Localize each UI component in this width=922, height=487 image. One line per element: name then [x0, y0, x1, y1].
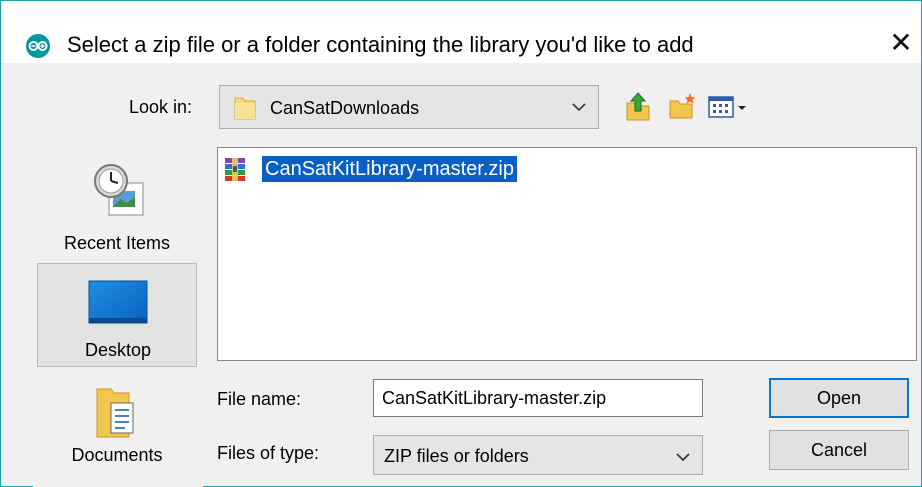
arduino-icon — [26, 34, 50, 58]
look-in-dropdown[interactable]: CanSatDownloads — [219, 85, 599, 129]
place-desktop[interactable]: Desktop — [37, 263, 197, 367]
file-list[interactable]: CanSatKitLibrary-master.zip — [217, 147, 917, 361]
file-type-label: Files of type: — [217, 443, 320, 463]
new-folder-icon — [669, 93, 695, 119]
file-type-value: ZIP files or folders — [384, 446, 529, 466]
place-documents[interactable]: Documents — [37, 373, 197, 483]
up-folder-button[interactable] — [623, 89, 653, 123]
up-folder-icon — [626, 92, 650, 121]
chevron-down-icon — [572, 103, 586, 112]
chevron-down-icon — [676, 453, 690, 462]
desktop-icon — [88, 280, 148, 324]
file-chooser-dialog: Select a zip file or a folder containing… — [0, 0, 922, 487]
places-sidebar: Recent Items Desktop Documents — [33, 147, 203, 487]
folder-icon — [234, 97, 256, 120]
view-menu-button[interactable] — [707, 89, 753, 123]
place-label: Documents — [71, 445, 163, 465]
documents-icon — [96, 388, 134, 438]
look-in-value: CanSatDownloads — [270, 98, 420, 118]
open-button[interactable]: Open — [769, 378, 909, 418]
title-bar[interactable]: Select a zip file or a folder containing… — [1, 1, 921, 63]
zip-archive-icon — [225, 158, 245, 181]
file-name-label: File name: — [217, 389, 302, 409]
look-in-label: Look in: — [129, 97, 193, 117]
place-label: Desktop — [84, 340, 152, 360]
file-type-dropdown[interactable]: ZIP files or folders — [373, 435, 703, 475]
place-label: Recent Items — [63, 233, 171, 253]
view-menu-icon — [708, 96, 746, 118]
close-icon: ✕ — [889, 27, 913, 58]
dialog-title: Select a zip file or a folder containing… — [67, 32, 694, 57]
file-name-label: CanSatKitLibrary-master.zip — [261, 155, 518, 183]
new-folder-button[interactable] — [667, 89, 697, 123]
recent-items-icon — [94, 164, 144, 216]
file-name-input[interactable] — [373, 379, 703, 417]
cancel-button[interactable]: Cancel — [769, 430, 909, 470]
close-button[interactable]: ✕ — [881, 23, 921, 63]
place-recent-items[interactable]: Recent Items — [37, 153, 197, 257]
